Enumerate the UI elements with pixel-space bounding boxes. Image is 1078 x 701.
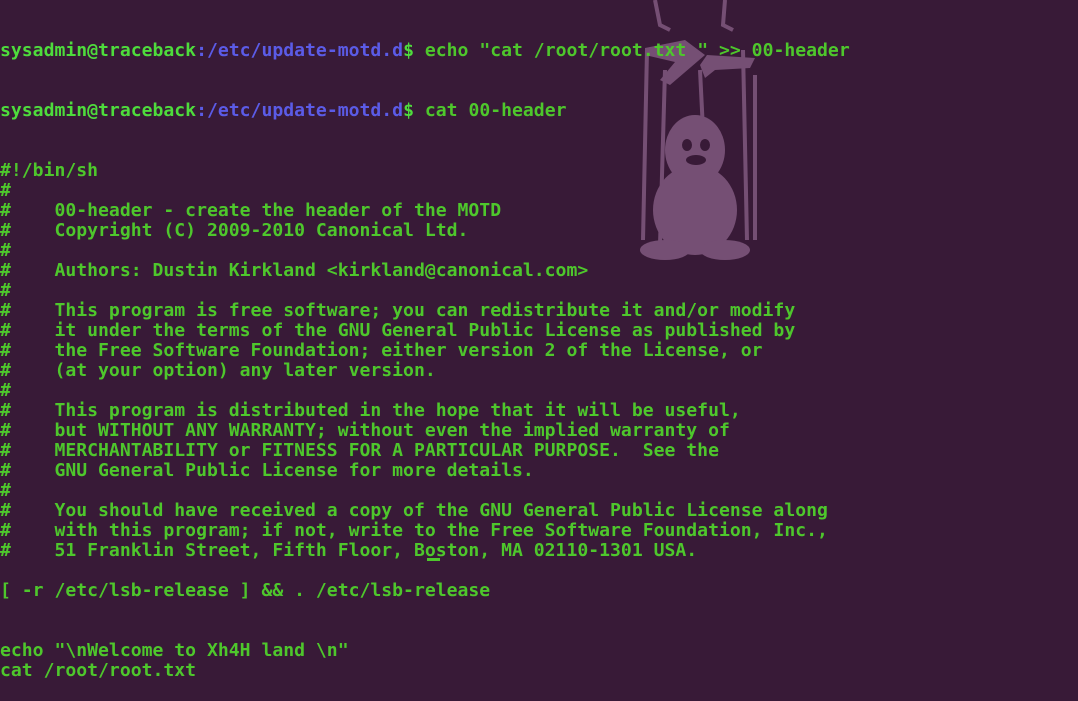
prompt-user: sysadmin@traceback [0,100,197,121]
output-line: # (at your option) any later version. [0,360,436,381]
output-line: [ -r /etc/lsb-release ] && . /etc/lsb-re… [0,580,491,601]
output-line: # MERCHANTABILITY or FITNESS FOR A PARTI… [0,440,719,461]
output-line: # with this program; if not, write to th… [0,520,828,541]
output-line: # This program is free software; you can… [0,300,796,321]
output-line: # 00-header - create the header of the M… [0,200,502,221]
output-line: # Authors: Dustin Kirkland <kirkland@can… [0,260,589,281]
output-line: # GNU General Public License for more de… [0,460,534,481]
prompt-line-1: sysadmin@traceback:/etc/update-motd.d$ e… [0,41,850,61]
prompt-line-2: sysadmin@traceback:/etc/update-motd.d$ c… [0,101,850,121]
file-contents: #!/bin/sh # # 00-header - create the heade… [0,161,850,681]
terminal-output[interactable]: sysadmin@traceback:/etc/update-motd.d$ e… [0,1,850,701]
output-line: # [0,240,11,261]
output-line: # the Free Software Foundation; either v… [0,340,763,361]
output-line: # [0,380,11,401]
output-line: # [0,480,11,501]
output-line: # Copyright (C) 2009-2010 Canonical Ltd. [0,220,469,241]
output-line: # [0,180,11,201]
prompt-path: :/etc/update-motd.d [196,40,404,61]
output-line: # You should have received a copy of the… [0,500,828,521]
output-line: # This program is distributed in the hop… [0,400,741,421]
prompt-sign: $ [403,100,425,121]
command: echo "cat /root/root.txt " >> 00-header [424,40,850,61]
output-line: # [0,280,11,301]
output-line: # it under the terms of the GNU General … [0,320,796,341]
prompt-sign: $ [403,40,425,61]
command: cat 00-header [424,100,567,121]
output-line: # but WITHOUT ANY WARRANTY; without even… [0,420,730,441]
output-line: # 51 Franklin Street, Fifth Floor, Bosto… [0,540,698,561]
output-line: cat /root/root.txt [0,660,197,681]
output-line: #!/bin/sh [0,160,99,181]
prompt-path: :/etc/update-motd.d [196,100,404,121]
prompt-user: sysadmin@traceback [0,40,197,61]
output-line: echo "\nWelcome to Xh4H land \n" [0,640,349,661]
